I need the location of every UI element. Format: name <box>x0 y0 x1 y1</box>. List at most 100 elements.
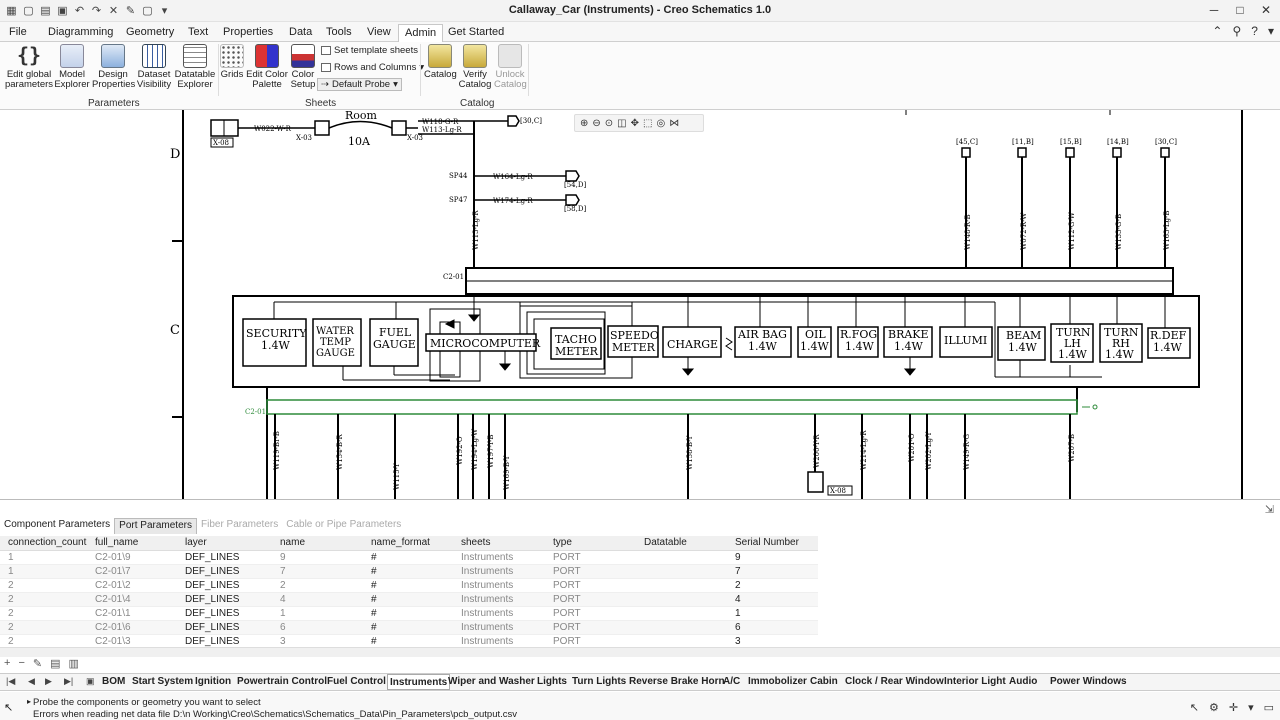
connector-c2-01-bottom[interactable] <box>266 399 1078 415</box>
table-cell[interactable]: DEF_LINES <box>177 634 272 649</box>
tools-icon[interactable]: ⋈ <box>669 118 679 129</box>
pan-icon[interactable]: ✥ <box>631 118 639 129</box>
table-cell[interactable]: 1 <box>0 564 87 579</box>
table-cell[interactable]: Instruments <box>453 606 545 621</box>
column-header[interactable]: name <box>272 536 363 551</box>
tab-component-parameters[interactable]: Component Parameters <box>0 518 114 534</box>
tab-cable-parameters[interactable]: Cable or Pipe Parameters <box>282 518 405 534</box>
table-cell[interactable]: 7 <box>272 564 363 579</box>
tab-properties[interactable]: Properties <box>217 24 279 42</box>
table-cell[interactable]: Instruments <box>453 620 545 635</box>
tab-tools[interactable]: Tools <box>320 24 358 42</box>
table-cell[interactable]: PORT <box>545 592 636 607</box>
sheet-tab-fuel-control[interactable]: Fuel Control <box>327 676 386 687</box>
color-setup-button[interactable]: Color Setup <box>290 44 316 90</box>
zoom-in-icon[interactable]: ⊕ <box>580 118 588 129</box>
column-header[interactable]: name_format <box>363 536 453 551</box>
table-row[interactable]: 2 C2-01\2 DEF_LINES 2 # Instruments PORT 2 <box>0 578 818 593</box>
table-cell[interactable]: DEF_LINES <box>177 592 272 607</box>
table-cell[interactable]: C2-01\7 <box>87 564 177 579</box>
sheet-tab-immobolizer[interactable]: Immobolizer <box>748 676 807 687</box>
table-cell[interactable]: Instruments <box>453 550 545 565</box>
table-cell[interactable]: 6 <box>272 620 363 635</box>
table-cell[interactable] <box>636 564 727 579</box>
table-cell[interactable] <box>636 620 727 635</box>
column-header[interactable]: Datatable <box>636 536 727 551</box>
table-cell[interactable]: 4 <box>272 592 363 607</box>
table-cell[interactable]: # <box>363 634 453 649</box>
minimize-button[interactable]: ─ <box>1206 2 1222 18</box>
table-cell[interactable] <box>636 578 727 593</box>
sheet-tab-bom[interactable]: BOM <box>102 676 125 687</box>
table-cell[interactable]: 2 <box>727 578 818 593</box>
table-cell[interactable]: # <box>363 620 453 635</box>
sheet-tab-lights[interactable]: Lights <box>537 676 567 687</box>
table-cell[interactable]: 4 <box>727 592 818 607</box>
table-cell[interactable]: # <box>363 606 453 621</box>
table-cell[interactable]: C2-01\6 <box>87 620 177 635</box>
table-cell[interactable]: 2 <box>0 606 87 621</box>
sheet-tab-turn-lights[interactable]: Turn Lights <box>572 676 626 687</box>
table-cell[interactable]: 3 <box>272 634 363 649</box>
edit-icon[interactable]: ✎ <box>33 657 42 670</box>
table-row[interactable]: 2 C2-01\3 DEF_LINES 3 # Instruments PORT 3 <box>0 634 818 649</box>
tab-get-started[interactable]: Get Started <box>442 24 510 42</box>
catalog-button[interactable]: Catalog <box>424 44 457 80</box>
design-properties-button[interactable]: Design Properties <box>92 44 135 90</box>
table-cell[interactable]: C2-01\9 <box>87 550 177 565</box>
sheet-tab-start-system[interactable]: Start System <box>132 676 193 687</box>
table-cell[interactable]: PORT <box>545 578 636 593</box>
collapse-ribbon-icon[interactable]: ⌃ <box>1212 24 1222 38</box>
table-cell[interactable]: C2-01\1 <box>87 606 177 621</box>
tab-port-parameters[interactable]: Port Parameters <box>114 518 197 534</box>
table-row[interactable]: 2 C2-01\6 DEF_LINES 6 # Instruments PORT 6 <box>0 620 818 635</box>
table-cell[interactable]: C2-01\2 <box>87 578 177 593</box>
sheet-tab-interior-light[interactable]: Interior Light <box>944 676 1006 687</box>
table-cell[interactable]: 2 <box>0 620 87 635</box>
column-header[interactable]: connection_count <box>0 536 87 551</box>
model-explorer-button[interactable]: Model Explorer <box>54 44 90 90</box>
sheet-tab-audio[interactable]: Audio <box>1009 676 1037 687</box>
table-cell[interactable]: 1 <box>727 606 818 621</box>
column-header[interactable]: layer <box>177 536 272 551</box>
snap-icon[interactable]: ✛ <box>1229 701 1238 714</box>
sheet-tab-instruments[interactable]: Instruments <box>387 674 451 690</box>
tab-admin[interactable]: Admin <box>398 24 444 42</box>
table-cell[interactable]: DEF_LINES <box>177 550 272 565</box>
sheet-tab-reverse-brake-horn[interactable]: Reverse Brake Horn <box>629 676 725 687</box>
sheet-tab-clock-rear-window[interactable]: Clock / Rear Window <box>845 676 944 687</box>
table-cell[interactable]: 3 <box>727 634 818 649</box>
grids-button[interactable]: Grids <box>220 44 244 80</box>
set-template-sheets-button[interactable]: Set template sheets <box>321 45 418 56</box>
column-header[interactable]: sheets <box>453 536 545 551</box>
table-cell[interactable]: 9 <box>727 550 818 565</box>
tab-diagramming[interactable]: Diagramming <box>42 24 119 42</box>
search-icon[interactable]: ⚲ <box>1232 24 1241 38</box>
table-cell[interactable]: Instruments <box>453 634 545 649</box>
edit-global-parameters-button[interactable]: {} Edit global parameters <box>4 44 54 90</box>
close-button[interactable]: ✕ <box>1258 2 1274 18</box>
fuse-terminal[interactable] <box>314 120 330 136</box>
cursor-mode-icon[interactable]: ↖ <box>4 701 13 714</box>
column-header[interactable]: Serial Number <box>727 536 818 551</box>
fuse-terminal[interactable] <box>391 120 407 136</box>
horizontal-scrollbar[interactable] <box>0 647 1280 657</box>
table-cell[interactable]: PORT <box>545 550 636 565</box>
schematic-drawing[interactable]: D C X-08 W022-W-R Room 10A X-03 X-03 W11… <box>0 110 1280 499</box>
sheet-tab-ignition[interactable]: Ignition <box>195 676 231 687</box>
table-cell[interactable]: PORT <box>545 606 636 621</box>
table-cell[interactable]: # <box>363 578 453 593</box>
prev-sheet-icon[interactable]: ◀ <box>28 676 35 687</box>
table-cell[interactable]: PORT <box>545 564 636 579</box>
tab-fiber-parameters[interactable]: Fiber Parameters <box>197 518 282 534</box>
refit-icon[interactable]: ◎ <box>656 118 665 129</box>
table-cell[interactable]: PORT <box>545 620 636 635</box>
table-cell[interactable]: 7 <box>727 564 818 579</box>
table-row[interactable]: 1 C2-01\9 DEF_LINES 9 # Instruments PORT 9 <box>0 550 818 565</box>
table-cell[interactable]: # <box>363 564 453 579</box>
table-cell[interactable]: 2 <box>0 592 87 607</box>
column-header[interactable]: full_name <box>87 536 177 551</box>
column-header[interactable]: type <box>545 536 636 551</box>
default-probe-dropdown[interactable]: ⇢ Default Probe ▾ <box>317 78 402 91</box>
table-cell[interactable]: 9 <box>272 550 363 565</box>
